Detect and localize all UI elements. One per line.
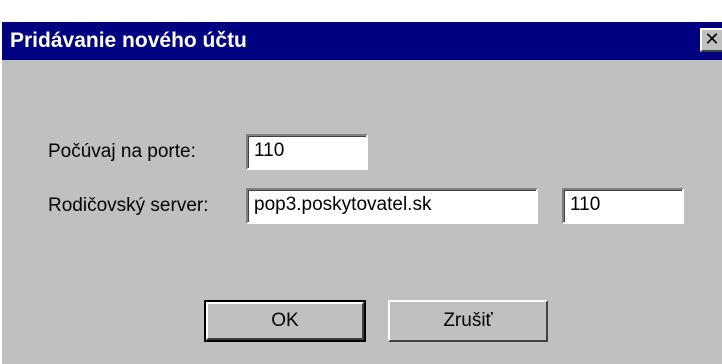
- dialog-left-edge: [0, 22, 2, 364]
- close-icon: ✕: [704, 29, 720, 50]
- parent-port-input[interactable]: 110: [562, 188, 684, 224]
- listen-port-input[interactable]: 110: [246, 134, 368, 170]
- ok-button[interactable]: OK: [204, 300, 366, 342]
- close-button[interactable]: ✕: [700, 28, 722, 52]
- add-account-dialog: Pridávanie nového účtu ✕ Počúvaj na port…: [0, 0, 722, 364]
- ok-button-label: OK: [271, 310, 299, 331]
- parent-port-value: 110: [570, 194, 601, 215]
- background-strip: [0, 0, 722, 22]
- listen-port-label: Počúvaj na porte:: [48, 141, 196, 162]
- listen-port-value: 110: [254, 140, 285, 161]
- dialog-title: Pridávanie nového účtu: [10, 29, 247, 52]
- parent-server-label: Rodičovský server:: [48, 195, 209, 216]
- cancel-button[interactable]: Zrušiť: [388, 300, 548, 342]
- title-bar[interactable]: Pridávanie nového účtu ✕: [2, 22, 722, 60]
- cancel-button-label: Zrušiť: [443, 310, 493, 331]
- parent-server-value: pop3.poskytovatel.sk: [254, 194, 432, 215]
- parent-server-input[interactable]: pop3.poskytovatel.sk: [246, 188, 538, 224]
